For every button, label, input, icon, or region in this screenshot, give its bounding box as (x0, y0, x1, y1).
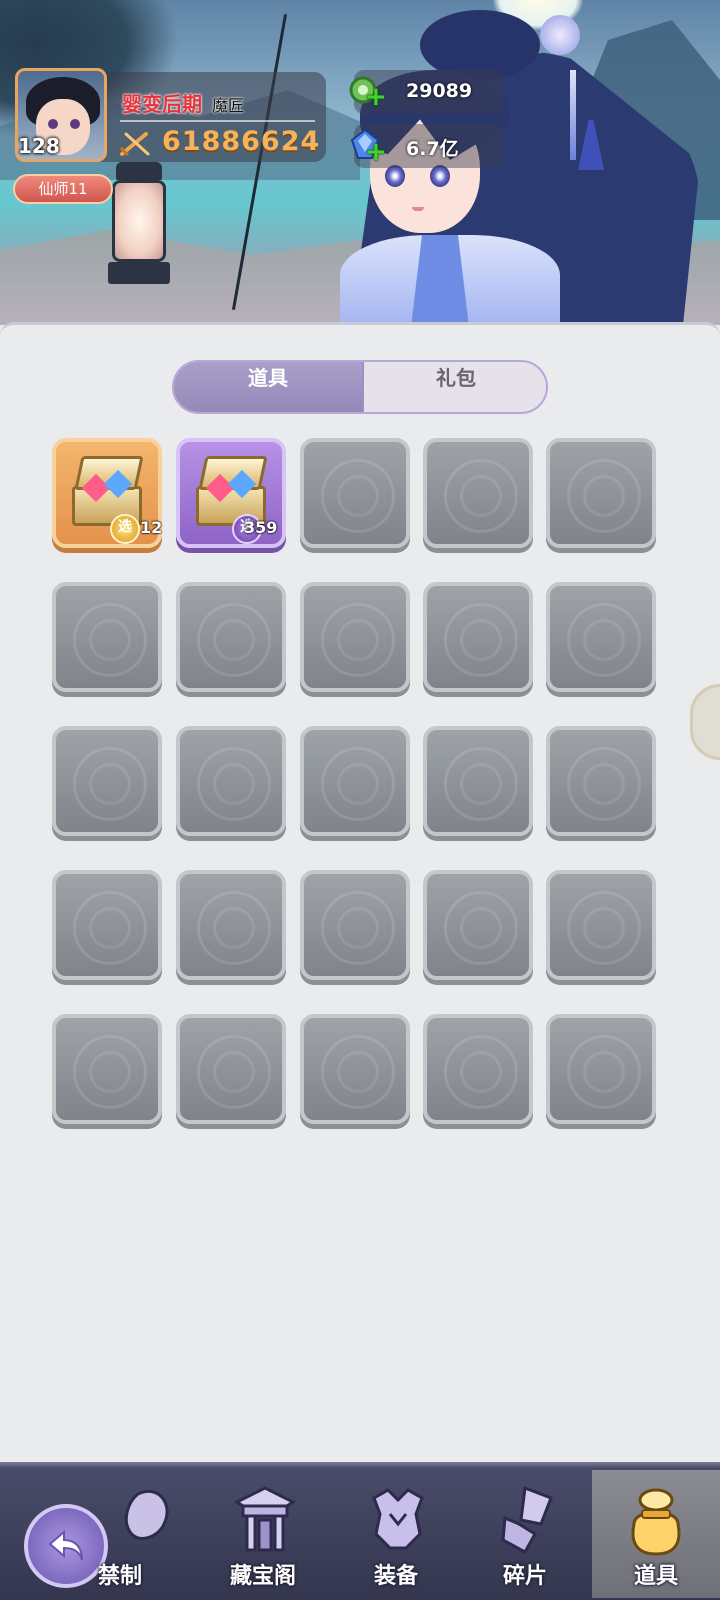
inventory-slot-empty[interactable] (52, 582, 162, 692)
inventory-slot-empty[interactable] (300, 1014, 410, 1124)
inventory-slot-empty[interactable] (52, 1014, 162, 1124)
armor-icon (372, 1488, 424, 1550)
hairpin-icon (540, 15, 580, 55)
fragment-icon (501, 1485, 553, 1555)
seal-icon (124, 1489, 169, 1540)
select-badge: 选 (110, 514, 140, 544)
inventory-slot-empty[interactable] (300, 438, 410, 548)
inventory-slot-empty[interactable] (300, 726, 410, 836)
jade-amount: 29089 (406, 80, 473, 102)
nav-label: 道具 (633, 1564, 678, 1589)
inventory-slot-chest-purple[interactable]: 选 359 (176, 438, 286, 548)
item-count: 12 (140, 518, 163, 537)
lantern-decoration (108, 14, 288, 310)
treasure-chest-icon (192, 456, 270, 526)
inventory-slot-empty[interactable] (546, 438, 656, 548)
nav-label: 碎片 (502, 1564, 547, 1589)
nav-item-equipment[interactable]: 装备 (336, 1470, 456, 1598)
inventory-slot-empty[interactable] (546, 582, 656, 692)
title-badge[interactable]: 仙师11 (13, 174, 113, 204)
inventory-slot-empty[interactable] (546, 726, 656, 836)
inventory-tabs: 道具 礼包 (172, 360, 548, 414)
inventory-slot-empty[interactable] (176, 582, 286, 692)
nav-item-fragments[interactable]: 碎片 (465, 1470, 585, 1598)
treasure-chest-icon (68, 456, 146, 526)
inventory-slot-empty[interactable] (52, 870, 162, 980)
inventory-slot-empty[interactable] (423, 726, 533, 836)
inventory-slot-empty[interactable] (423, 438, 533, 548)
inventory-slot-chest-orange[interactable]: 选 12 (52, 438, 162, 548)
cultivation-realm: 婴变后期 (122, 92, 202, 116)
inventory-slot-empty[interactable] (546, 870, 656, 980)
inventory-slot-empty[interactable] (423, 870, 533, 980)
inventory-slot-empty[interactable] (176, 726, 286, 836)
inventory-slot-empty[interactable] (300, 870, 410, 980)
inventory-slot-empty[interactable] (52, 726, 162, 836)
divider (120, 120, 315, 122)
player-profession: 魔匠 (212, 96, 245, 115)
crossed-swords-icon (119, 132, 150, 157)
player-level: 128 (18, 134, 60, 158)
combat-power-value: 61886624 (162, 126, 321, 157)
inventory-slot-empty[interactable] (423, 582, 533, 692)
add-jade-button[interactable]: + (365, 82, 387, 112)
nav-item-treasure-pavilion[interactable]: 藏宝阁 (203, 1470, 323, 1598)
nav-divider (0, 1462, 720, 1468)
tab-gift-packs[interactable]: 礼包 (364, 362, 546, 412)
nav-label: 禁制 (97, 1564, 142, 1589)
money-bag-icon (631, 1488, 681, 1556)
inventory-slot-empty[interactable] (546, 1014, 656, 1124)
nav-item-seal[interactable]: 禁制 (88, 1470, 178, 1598)
tab-items[interactable]: 道具 (174, 362, 364, 412)
nav-item-props-active[interactable]: 道具 (592, 1470, 720, 1598)
inventory-slot-empty[interactable] (176, 870, 286, 980)
pavilion-icon (234, 1486, 296, 1552)
item-count: 359 (244, 518, 278, 537)
back-arrow-icon (48, 1529, 83, 1561)
nav-label: 藏宝阁 (229, 1564, 296, 1589)
inventory-slot-empty[interactable] (176, 1014, 286, 1124)
inventory-slot-empty[interactable] (300, 582, 410, 692)
nav-label: 装备 (373, 1564, 418, 1589)
crystal-amount: 6.7亿 (406, 138, 459, 160)
character-portrait (330, 10, 720, 335)
add-crystal-button[interactable]: + (365, 137, 387, 167)
inventory-slot-empty[interactable] (423, 1014, 533, 1124)
